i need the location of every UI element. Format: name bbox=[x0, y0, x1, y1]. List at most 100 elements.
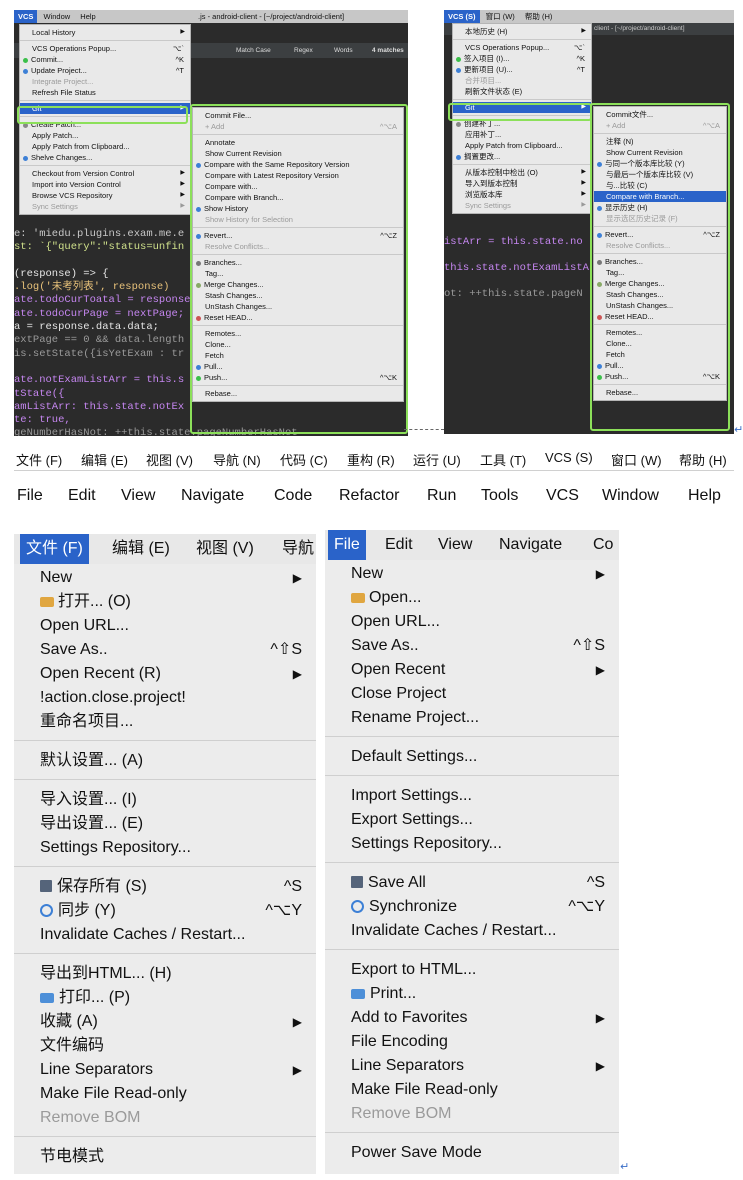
file-menu-cn-tab-3[interactable]: 导航 bbox=[276, 534, 316, 564]
menubar-cn-item-9[interactable]: 窗口 (W) bbox=[611, 450, 662, 469]
menubar-en-item-3[interactable]: Navigate bbox=[181, 487, 244, 505]
file-en-item-export-to-html[interactable]: Export to HTML... bbox=[325, 958, 619, 982]
file-cn-item-6[interactable]: 重命名项目... bbox=[14, 710, 316, 734]
menubar-en-item-0[interactable]: File bbox=[17, 487, 43, 505]
file-cn-item-e[interactable]: 导出设置... (E) bbox=[14, 812, 316, 836]
file-cn-item-new[interactable]: New ▶ bbox=[14, 566, 316, 590]
menu-help[interactable]: Help bbox=[76, 10, 99, 23]
menu-vcs-cn[interactable]: VCS (S) bbox=[444, 10, 480, 23]
menubar-cn-item-0[interactable]: 文件 (F) bbox=[16, 450, 62, 469]
menubar-en-item-6[interactable]: Run bbox=[427, 487, 456, 505]
menubar-cn-item-3[interactable]: 导航 (N) bbox=[213, 450, 261, 469]
file-menu-cn-tab-2[interactable]: 视图 (V) bbox=[190, 534, 260, 564]
file-en-item-open[interactable]: Open... bbox=[325, 586, 619, 610]
file-en-item-line-separators[interactable]: Line Separators ▶ bbox=[325, 1054, 619, 1078]
menu-window[interactable]: Window bbox=[40, 10, 75, 23]
file-cn-item-line-separators[interactable]: Line Separators ▶ bbox=[14, 1058, 316, 1082]
file-cn-item-html-h[interactable]: 导出到HTML... (H) bbox=[14, 962, 316, 986]
menubar-cn-item-2[interactable]: 视图 (V) bbox=[146, 450, 193, 469]
regex-option[interactable]: Regex bbox=[294, 43, 313, 58]
file-cn-item-i[interactable]: 导入设置... (I) bbox=[14, 788, 316, 812]
file-en-item-make-file-read-only[interactable]: Make File Read-only bbox=[325, 1078, 619, 1102]
menubar-en-item-8[interactable]: VCS bbox=[546, 487, 579, 505]
match-case-option[interactable]: Match Case bbox=[236, 43, 271, 58]
file-en-item-print[interactable]: Print... bbox=[325, 982, 619, 1006]
menu-help-cn[interactable]: 帮助 (H) bbox=[521, 10, 557, 23]
menubar-cn-item-4[interactable]: 代码 (C) bbox=[280, 450, 328, 469]
menubar-en-item-4[interactable]: Code bbox=[274, 487, 312, 505]
vcs-cn-item-apply-patch-from-clipboard[interactable]: Apply Patch from Clipboard... bbox=[453, 140, 591, 151]
menubar-en-item-2[interactable]: View bbox=[121, 487, 155, 505]
vcs-item-local-history[interactable]: Local History ▶ bbox=[20, 27, 190, 38]
file-cn-item-settings-repository[interactable]: Settings Repository... bbox=[14, 836, 316, 860]
file-en-item-new[interactable]: New ▶ bbox=[325, 562, 619, 586]
vcs-item-checkout-from-version-control[interactable]: Checkout from Version Control ▶ bbox=[20, 168, 190, 179]
file-cn-item-26[interactable]: 节电模式 bbox=[14, 1145, 316, 1169]
menubar-en-item-9[interactable]: Window bbox=[602, 487, 659, 505]
file-en-item-rename-project[interactable]: Rename Project... bbox=[325, 706, 619, 730]
vcs-item-apply-patch-from-clipboard[interactable]: Apply Patch from Clipboard... bbox=[20, 141, 190, 152]
file-en-item-file-encoding[interactable]: File Encoding bbox=[325, 1030, 619, 1054]
vcs-item-vcs-operations-popup[interactable]: VCS Operations Popup... ⌥` bbox=[20, 43, 190, 54]
file-en-item-add-to-favorites[interactable]: Add to Favorites ▶ bbox=[325, 1006, 619, 1030]
file-en-item-invalidate-caches-restart[interactable]: Invalidate Caches / Restart... bbox=[325, 919, 619, 943]
file-menu-en-tab-2[interactable]: View bbox=[432, 530, 478, 560]
menubar-cn-item-5[interactable]: 重构 (R) bbox=[347, 450, 395, 469]
file-en-item-settings-repository[interactable]: Settings Repository... bbox=[325, 832, 619, 856]
menubar-cn-item-8[interactable]: VCS (S) bbox=[545, 450, 593, 465]
vcs-item-commit[interactable]: Commit... ^K bbox=[20, 54, 190, 65]
file-menu-en-tab-1[interactable]: Edit bbox=[379, 530, 419, 560]
vcs-item-update-project[interactable]: Update Project... ^T bbox=[20, 65, 190, 76]
vcs-item-import-into-version-control[interactable]: Import into Version Control ▶ bbox=[20, 179, 190, 190]
menubar-en-item-1[interactable]: Edit bbox=[68, 487, 96, 505]
words-option[interactable]: Words bbox=[334, 43, 353, 58]
file-menu-cn-tab-0[interactable]: 文件 (F) bbox=[20, 534, 89, 564]
file-en-item-save-as[interactable]: Save As.. ^⇧S bbox=[325, 634, 619, 658]
vcs-cn-item-vcs-operations-popup[interactable]: VCS Operations Popup... ⌥` bbox=[453, 42, 591, 53]
file-en-item-open-recent[interactable]: Open Recent ▶ bbox=[325, 658, 619, 682]
file-cn-item-open-url[interactable]: Open URL... bbox=[14, 614, 316, 638]
vcs-item-refresh-file-status[interactable]: Refresh File Status bbox=[20, 87, 190, 98]
file-en-item-open-url[interactable]: Open URL... bbox=[325, 610, 619, 634]
vcs-item-browse-vcs-repository[interactable]: Browse VCS Repository ▶ bbox=[20, 190, 190, 201]
vcs-item-apply-patch[interactable]: Apply Patch... bbox=[20, 130, 190, 141]
vcs-cn-item-o[interactable]: 从版本控制中检出 (O) ▶ bbox=[453, 167, 591, 178]
vcs-cn-item-h[interactable]: 本地历史 (H) ▶ bbox=[453, 26, 591, 37]
vcs-cn-item-17[interactable]: 浏览版本库 ▶ bbox=[453, 189, 591, 200]
file-menu-cn-tab-1[interactable]: 编辑 (E) bbox=[106, 534, 176, 564]
file-en-item-default-settings[interactable]: Default Settings... bbox=[325, 745, 619, 769]
file-cn-item-p[interactable]: 打印... (P) bbox=[14, 986, 316, 1010]
file-cn-item-invalidate-caches-restart[interactable]: Invalidate Caches / Restart... bbox=[14, 923, 316, 947]
file-cn-item-a[interactable]: 收藏 (A) ▶ bbox=[14, 1010, 316, 1034]
menubar-en-item-10[interactable]: Help bbox=[688, 487, 721, 505]
file-cn-item-a[interactable]: 默认设置... (A) bbox=[14, 749, 316, 773]
file-en-item-export-settings[interactable]: Export Settings... bbox=[325, 808, 619, 832]
menu-vcs[interactable]: VCS bbox=[14, 10, 38, 23]
vcs-cn-item-13[interactable]: 搁置更改... bbox=[453, 151, 591, 162]
file-en-item-power-save-mode[interactable]: Power Save Mode bbox=[325, 1141, 619, 1165]
file-menu-en-tab-3[interactable]: Navigate bbox=[493, 530, 568, 560]
file-en-item-close-project[interactable]: Close Project bbox=[325, 682, 619, 706]
file-cn-item-y[interactable]: 同步 (Y) ^⌥Y bbox=[14, 899, 316, 923]
file-cn-item-s[interactable]: 保存所有 (S) ^S bbox=[14, 875, 316, 899]
file-cn-item-make-file-read-only[interactable]: Make File Read-only bbox=[14, 1082, 316, 1106]
vcs-cn-item-e[interactable]: 刷新文件状态 (E) bbox=[453, 86, 591, 97]
menubar-en-item-5[interactable]: Refactor bbox=[339, 487, 399, 505]
vcs-cn-item-16[interactable]: 导入到版本控制 ▶ bbox=[453, 178, 591, 189]
menubar-cn-item-1[interactable]: 编辑 (E) bbox=[81, 450, 128, 469]
file-cn-item-21[interactable]: 文件编码 bbox=[14, 1034, 316, 1058]
vcs-cn-item-11[interactable]: 应用补丁... bbox=[453, 129, 591, 140]
vcs-item-shelve-changes[interactable]: Shelve Changes... bbox=[20, 152, 190, 163]
menu-window-cn[interactable]: 窗口 (W) bbox=[482, 10, 519, 23]
menubar-cn-item-7[interactable]: 工具 (T) bbox=[480, 450, 526, 469]
file-en-item-import-settings[interactable]: Import Settings... bbox=[325, 784, 619, 808]
file-cn-item-action-close-project[interactable]: !action.close.project! bbox=[14, 686, 316, 710]
vcs-cn-item-u[interactable]: 更新项目 (U)... ^T bbox=[453, 64, 591, 75]
menubar-cn-item-6[interactable]: 运行 (U) bbox=[413, 450, 461, 469]
file-cn-item-open-recent-r[interactable]: Open Recent (R) ▶ bbox=[14, 662, 316, 686]
file-en-item-save-all[interactable]: Save All ^S bbox=[325, 871, 619, 895]
file-menu-en-tab-0[interactable]: File bbox=[328, 530, 366, 560]
file-cn-item-save-as[interactable]: Save As.. ^⇧S bbox=[14, 638, 316, 662]
file-cn-item-o[interactable]: 打开... (O) bbox=[14, 590, 316, 614]
menubar-en-item-7[interactable]: Tools bbox=[481, 487, 518, 505]
